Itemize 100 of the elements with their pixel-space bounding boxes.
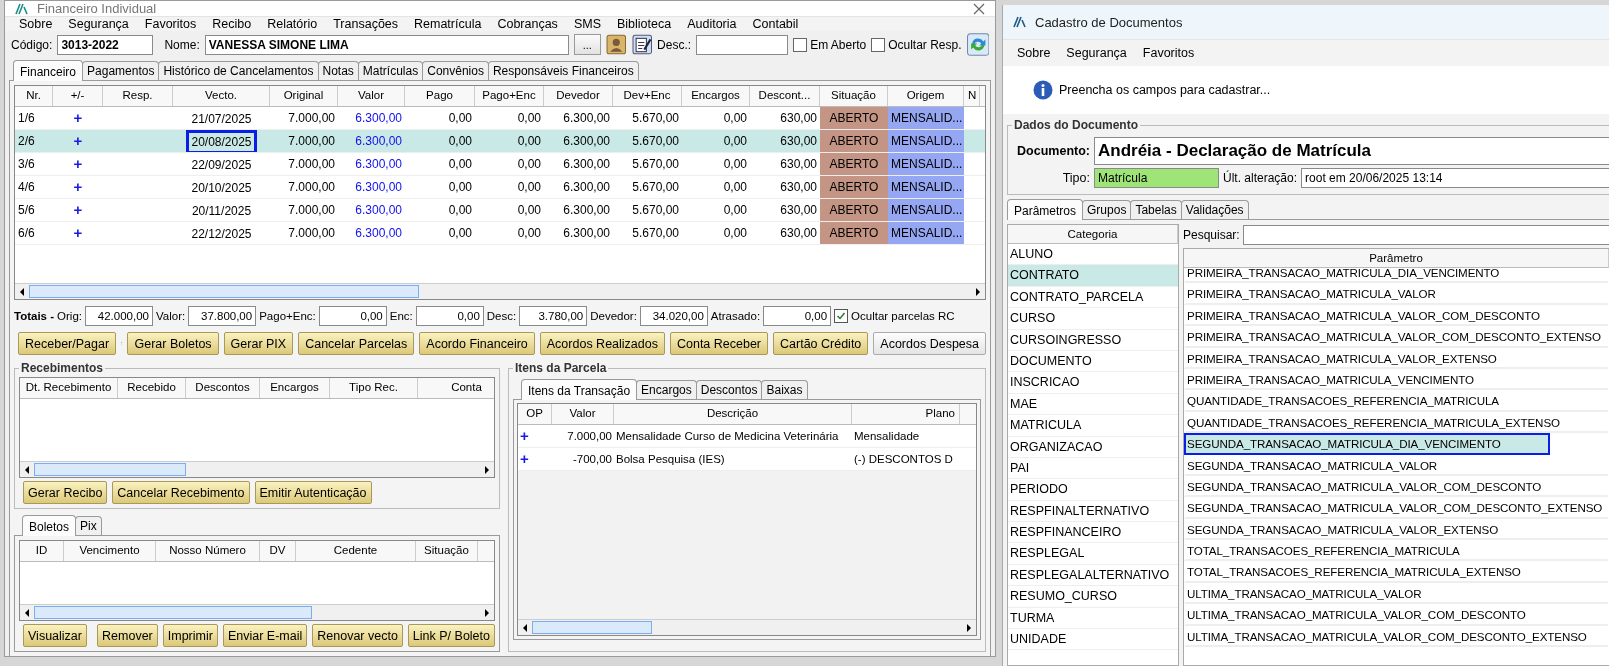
column-header[interactable]: Recebido: [118, 378, 186, 398]
list-item[interactable]: TURMA: [1008, 607, 1178, 630]
action-button[interactable]: Cancelar Recebimento: [112, 481, 250, 504]
menu-item[interactable]: SMS: [573, 17, 601, 31]
list-item[interactable]: SEGUNDA_TRANSACAO_MATRICULA_DIA_VENCIMENTO: [1184, 433, 1550, 455]
horizontal-scrollbar[interactable]: [518, 619, 976, 635]
list-item[interactable]: TOTAL_TRANSACOES_REFERENCIA_MATRICULA_EXTENSO: [1184, 561, 1609, 583]
menu-item[interactable]: Transações: [333, 17, 399, 31]
tab[interactable]: Boletos: [22, 515, 77, 536]
action-button[interactable]: Renovar vecto: [312, 624, 403, 647]
list-item[interactable]: TOTAL_TRANSACOES_REFERENCIA_MATRICULA: [1184, 540, 1609, 562]
document-field[interactable]: Andréia - Declaração de Matrícula: [1094, 137, 1609, 165]
column-header[interactable]: Dt. Recebimento: [20, 378, 118, 398]
checkbox[interactable]: [834, 309, 849, 323]
checkbox[interactable]: [793, 37, 808, 52]
total-field[interactable]: 0,00: [763, 306, 832, 326]
menu-item[interactable]: Biblioteca: [616, 17, 672, 31]
scroll-left-icon[interactable]: [23, 464, 31, 475]
column-header[interactable]: OP: [518, 404, 552, 424]
tab[interactable]: Pix: [75, 516, 102, 535]
list-item[interactable]: MAE: [1008, 393, 1178, 416]
menu-item[interactable]: Rematrícula: [414, 17, 482, 31]
refresh-icon[interactable]: [966, 33, 989, 56]
menu-item[interactable]: Contabil: [752, 17, 799, 31]
person-card-icon[interactable]: [606, 34, 627, 55]
column-header[interactable]: Cedente: [296, 541, 416, 561]
list-item[interactable]: ORGANIZACAO: [1008, 436, 1178, 458]
scroll-right-icon[interactable]: [483, 464, 491, 475]
action-button[interactable]: Gerar Boletos: [127, 332, 219, 355]
column-header[interactable]: Encargos: [260, 378, 330, 398]
notepad-icon[interactable]: [631, 34, 653, 55]
description-field[interactable]: [696, 34, 789, 55]
list-item[interactable]: CURSO: [1008, 308, 1178, 330]
list-item[interactable]: RESPFINALTERNATIVO: [1008, 500, 1178, 523]
total-field[interactable]: 37.800,00: [188, 306, 257, 326]
column-header[interactable]: Descont...: [750, 86, 820, 106]
column-header[interactable]: Original: [270, 86, 338, 106]
tab[interactable]: Baixas: [761, 380, 808, 399]
column-header[interactable]: Valor: [552, 404, 614, 424]
action-button[interactable]: Acordo Financeiro: [419, 332, 535, 355]
scroll-left-icon[interactable]: [521, 622, 529, 633]
list-item[interactable]: RESPLEGAL: [1008, 543, 1178, 565]
column-header[interactable]: Origem: [888, 86, 964, 106]
menu-item[interactable]: Sobre: [19, 17, 53, 31]
tab[interactable]: Pagamentos: [82, 61, 160, 80]
table-row[interactable]: 6/6 + 22/12/2025 7.000,00 6.300,00 0,00 0,00 6.300,00 5.670,00 0,00 630,00 ABERTO MENSALID...: [15, 222, 985, 245]
total-field[interactable]: 42.000,00: [84, 306, 153, 326]
list-item[interactable]: QUANTIDADE_TRANSACOES_REFERENCIA_MATRICULA: [1184, 390, 1609, 412]
table-row[interactable]: 5/6 + 20/11/2025 7.000,00 6.300,00 0,00 0,00 6.300,00 5.670,00 0,00 630,00 ABERTO MENSALID...: [15, 199, 985, 222]
action-button[interactable]: Imprimir: [162, 624, 218, 647]
list-item[interactable]: UNIDADE: [1008, 629, 1178, 651]
list-item[interactable]: MATRICULA: [1008, 415, 1178, 437]
tab[interactable]: Encargos: [636, 380, 697, 399]
list-item[interactable]: PRIMEIRA_TRANSACAO_MATRICULA_VALOR: [1184, 283, 1609, 305]
menu-item[interactable]: Sobre: [1017, 46, 1051, 60]
column-header[interactable]: Nosso Número: [156, 541, 260, 561]
tab[interactable]: Grupos: [1082, 200, 1132, 219]
list-item[interactable]: PRIMEIRA_TRANSACAO_MATRICULA_VALOR_EXTENSO: [1184, 347, 1609, 369]
action-button[interactable]: Visualizar: [23, 624, 87, 647]
column-header[interactable]: Pago: [405, 86, 475, 106]
action-button[interactable]: Receber/Pagar: [18, 332, 117, 355]
search-field[interactable]: [1242, 225, 1609, 245]
action-button[interactable]: Link P/ Boleto: [407, 624, 495, 647]
tab[interactable]: Validações: [1180, 200, 1249, 219]
horizontal-scrollbar[interactable]: [15, 283, 985, 299]
tab[interactable]: Responsáveis Financeiros: [487, 61, 639, 80]
column-header[interactable]: Valor: [338, 86, 405, 106]
scroll-right-icon[interactable]: [965, 622, 973, 633]
scroll-left-icon[interactable]: [23, 607, 31, 618]
column-header[interactable]: Vencimento: [64, 541, 156, 561]
lookup-button[interactable]: ...: [573, 34, 602, 55]
column-header[interactable]: Parâmetro: [1184, 249, 1609, 268]
list-item[interactable]: RESUMO_CURSO: [1008, 586, 1178, 608]
total-field[interactable]: 34.020,00: [639, 306, 708, 326]
column-header[interactable]: DV: [260, 541, 296, 561]
action-button[interactable]: Acordos Realizados: [539, 332, 665, 355]
list-item[interactable]: PRIMEIRA_TRANSACAO_MATRICULA_VALOR_COM_DESCONTO: [1184, 304, 1609, 327]
list-item[interactable]: RESPFINANCEIRO: [1008, 522, 1178, 544]
column-header[interactable]: Situação: [820, 86, 888, 106]
menu-item[interactable]: Segurança: [68, 17, 129, 31]
action-button[interactable]: Cancelar Parcelas: [298, 332, 415, 355]
tab[interactable]: Itens da Transação: [521, 379, 638, 400]
column-header[interactable]: Resp.: [103, 86, 173, 106]
column-header[interactable]: Plano: [852, 404, 960, 424]
action-button[interactable]: Cartão Crédito: [773, 332, 869, 355]
action-button[interactable]: Acordos Despesa: [873, 332, 986, 355]
action-button[interactable]: Gerar PIX: [223, 332, 294, 355]
column-header[interactable]: Situação: [416, 541, 478, 561]
column-header[interactable]: ID: [20, 541, 64, 561]
table-row[interactable]: 4/6 + 20/10/2025 7.000,00 6.300,00 0,00 0,00 6.300,00 5.670,00 0,00 630,00 ABERTO MENSALID...: [15, 176, 985, 199]
column-header[interactable]: Descrição: [614, 404, 852, 424]
action-button[interactable]: Gerar Recibo: [23, 481, 108, 504]
column-header[interactable]: Encargos: [682, 86, 750, 106]
list-item[interactable]: SEGUNDA_TRANSACAO_MATRICULA_VALOR_EXTENSO: [1184, 518, 1609, 541]
menu-item[interactable]: Recibo: [212, 17, 252, 31]
close-icon[interactable]: [973, 2, 985, 15]
tab[interactable]: Financeiro: [13, 60, 84, 81]
menu-item[interactable]: Relatório: [267, 17, 318, 31]
code-field[interactable]: 3013-2022: [57, 34, 154, 55]
column-header[interactable]: Conta: [418, 378, 494, 398]
